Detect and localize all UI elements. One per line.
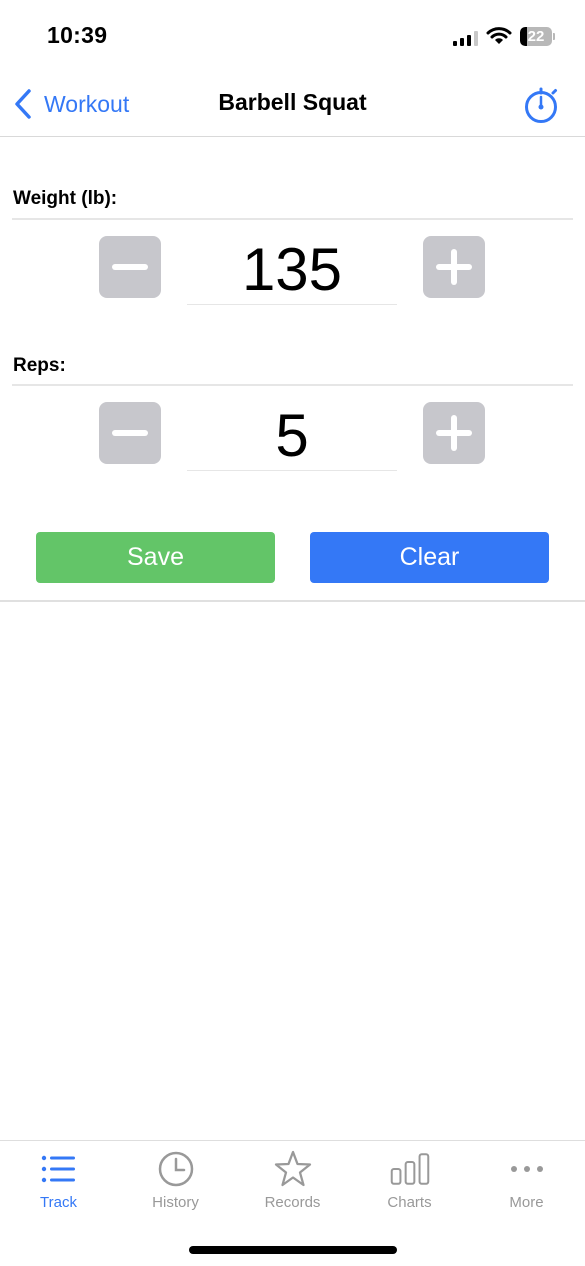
battery-icon: 22 <box>520 27 556 46</box>
weight-decrement-button[interactable] <box>99 236 161 298</box>
status-time: 10:39 <box>47 22 108 48</box>
more-dots-icon <box>510 1166 543 1172</box>
reps-label: Reps: <box>13 355 66 376</box>
reps-input[interactable]: 5 <box>187 401 397 471</box>
tab-label: Track <box>40 1194 77 1211</box>
clear-button[interactable]: Clear <box>310 532 549 583</box>
save-button[interactable]: Save <box>36 532 275 583</box>
star-icon <box>274 1150 311 1187</box>
tab-label: More <box>509 1194 544 1211</box>
weight-label: Weight (lb): <box>13 188 118 209</box>
tab-label: History <box>152 1194 199 1211</box>
weight-increment-button[interactable] <box>423 236 485 298</box>
tab-charts[interactable]: Charts <box>351 1149 468 1219</box>
tab-history[interactable]: History <box>117 1149 234 1219</box>
minus-icon <box>112 430 148 436</box>
tab-more[interactable]: More <box>468 1149 585 1219</box>
tab-label: Records <box>264 1194 321 1211</box>
wifi-icon <box>486 27 512 44</box>
reps-decrement-button[interactable] <box>99 402 161 464</box>
clock-icon <box>158 1151 193 1187</box>
divider <box>0 600 585 602</box>
divider <box>12 218 573 220</box>
status-bar: 10:39 22 <box>0 0 585 70</box>
reps-increment-button[interactable] <box>423 402 485 464</box>
tab-track[interactable]: Track <box>0 1149 117 1219</box>
minus-icon <box>112 264 148 270</box>
battery-percent: 22 <box>527 28 545 45</box>
bar-chart-icon <box>390 1153 429 1185</box>
cellular-signal-icon <box>453 31 479 46</box>
tab-label: Charts <box>387 1194 432 1211</box>
list-icon <box>41 1155 75 1183</box>
stopwatch-icon[interactable] <box>522 84 560 124</box>
navigation-bar: Workout Barbell Squat <box>0 70 585 137</box>
home-indicator[interactable] <box>189 1246 397 1254</box>
page-title: Barbell Squat <box>218 89 367 115</box>
weight-input[interactable]: 135 <box>187 235 397 305</box>
divider <box>12 384 573 386</box>
tab-records[interactable]: Records <box>234 1149 351 1219</box>
